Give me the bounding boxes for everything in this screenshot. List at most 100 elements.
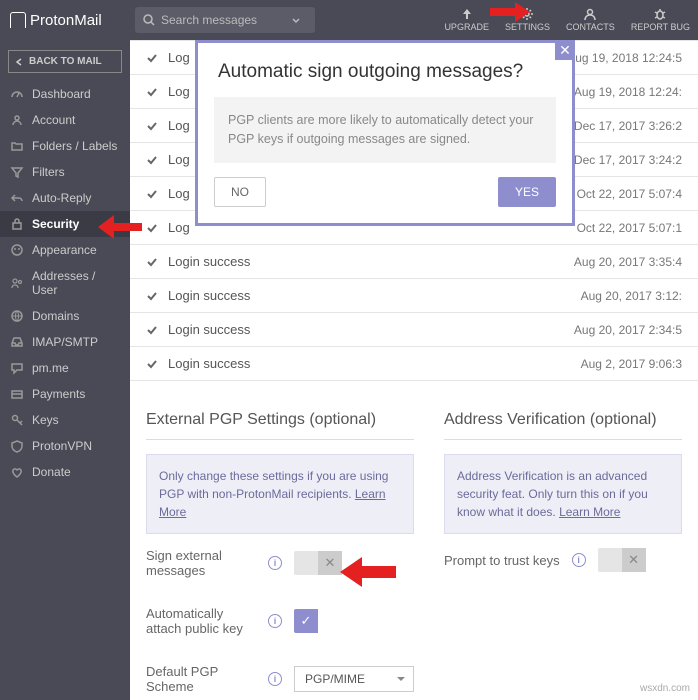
prompt-trust-toggle[interactable]: ✕ (598, 548, 646, 572)
topnav-label: CONTACTS (566, 22, 615, 32)
card-icon (10, 387, 24, 401)
setting-label: Automatically attach public key (146, 606, 256, 636)
search-input[interactable]: Search messages (135, 7, 315, 33)
login-row: Login successAug 20, 2017 2:34:5 (130, 313, 698, 347)
topnav-label: REPORT BUG (631, 22, 690, 32)
red-arrow-annotation (340, 557, 396, 587)
confirm-modal: ✕ Automatic sign outgoing messages? PGP … (195, 40, 575, 226)
topnav-label: UPGRADE (444, 22, 489, 32)
sidebar-item-auto-reply[interactable]: Auto-Reply (0, 185, 130, 211)
info-icon[interactable]: i (572, 553, 586, 567)
check-icon (146, 86, 158, 98)
info-icon[interactable]: i (268, 672, 282, 686)
sidebar-item-label: Domains (32, 309, 79, 323)
sidebar-item-account[interactable]: Account (0, 107, 130, 133)
user-icon (10, 113, 24, 127)
globe-icon (10, 309, 24, 323)
sidebar-item-label: Appearance (32, 243, 97, 257)
chat-icon (10, 361, 24, 375)
sidebar-item-dashboard[interactable]: Dashboard (0, 81, 130, 107)
app-logo[interactable]: ProtonMail (0, 12, 130, 29)
heart-icon (10, 465, 24, 479)
login-date: Oct 22, 2017 5:07:1 (577, 221, 682, 235)
folder-icon (10, 139, 24, 153)
sidebar-item-payments[interactable]: Payments (0, 381, 130, 407)
check-icon (146, 256, 158, 268)
red-arrow-annotation (490, 2, 530, 22)
modal-no-button[interactable]: NO (214, 177, 266, 207)
sidebar-item-imap-smtp[interactable]: IMAP/SMTP (0, 329, 130, 355)
sidebar-item-label: Account (32, 113, 75, 127)
external-pgp-section: External PGP Settings (optional) Only ch… (146, 411, 414, 700)
login-date: Aug 20, 2017 2:34:5 (574, 323, 682, 337)
learn-more-link[interactable]: Learn More (559, 505, 620, 519)
sidebar-item-domains[interactable]: Domains (0, 303, 130, 329)
sidebar-item-label: Keys (32, 413, 59, 427)
modal-yes-button[interactable]: YES (498, 177, 556, 207)
watermark: wsxdn.com (640, 683, 690, 694)
section-heading: Address Verification (optional) (444, 411, 682, 440)
topnav-label: SETTINGS (505, 22, 550, 32)
sidebar-item-label: IMAP/SMTP (32, 335, 98, 349)
attach-public-key-toggle[interactable]: ✓ (294, 609, 342, 633)
check-icon (146, 290, 158, 302)
check-icon (146, 222, 158, 234)
info-icon[interactable]: i (268, 556, 282, 570)
modal-close-button[interactable]: ✕ (555, 40, 575, 60)
check-icon (146, 188, 158, 200)
setting-label: Prompt to trust keys (444, 553, 560, 568)
arrow-left-icon (15, 57, 25, 67)
login-text: Log (168, 152, 190, 167)
sidebar-item-label: Filters (32, 165, 65, 179)
sidebar-item-keys[interactable]: Keys (0, 407, 130, 433)
back-label: BACK TO MAIL (29, 56, 102, 67)
sidebar-item-filters[interactable]: Filters (0, 159, 130, 185)
sidebar-item-label: Dashboard (32, 87, 91, 101)
sign-external-toggle[interactable]: ✕ (294, 551, 342, 575)
login-date: Aug 19, 2018 12:24:5 (567, 51, 682, 65)
sidebar-item-protonvpn[interactable]: ProtonVPN (0, 433, 130, 459)
login-date: Aug 20, 2017 3:12: (581, 289, 682, 303)
login-text: Login success (168, 288, 250, 303)
prompt-trust-keys-row: Prompt to trust keys i ✕ (444, 534, 682, 586)
sidebar-item-label: ProtonVPN (32, 439, 92, 453)
red-arrow-annotation (98, 215, 142, 239)
info-icon[interactable]: i (268, 614, 282, 628)
login-row: Login successAug 20, 2017 3:35:4 (130, 245, 698, 279)
login-date: Dec 17, 2017 3:26:2 (574, 119, 682, 133)
login-date: Dec 17, 2017 3:24:2 (574, 153, 682, 167)
pgp-scheme-select[interactable]: PGP/MIME (294, 666, 414, 692)
modal-title: Automatic sign outgoing messages? (198, 43, 572, 97)
sidebar-item-folders-labels[interactable]: Folders / Labels (0, 133, 130, 159)
sidebar-item-label: Folders / Labels (32, 139, 117, 153)
sidebar-item-appearance[interactable]: Appearance (0, 237, 130, 263)
login-text: Log (168, 118, 190, 133)
topnav-reportbug[interactable]: REPORT BUG (623, 3, 698, 37)
key-icon (10, 413, 24, 427)
bug-icon (653, 7, 667, 21)
topnav-upgrade[interactable]: UPGRADE (436, 3, 497, 37)
setting-label: Default PGP Scheme (146, 664, 256, 694)
user-icon (583, 7, 597, 21)
login-date: Oct 22, 2017 5:07:4 (577, 187, 682, 201)
topnav-contacts[interactable]: CONTACTS (558, 3, 623, 37)
sidebar: BACK TO MAIL Dashboard Account Folders / L… (0, 40, 130, 700)
verif-info-box: Address Verification is an advanced secu… (444, 454, 682, 534)
sidebar-item-addresses-user[interactable]: Addresses / User (0, 263, 130, 303)
check-icon (146, 52, 158, 64)
search-placeholder: Search messages (161, 13, 257, 27)
reply-icon (10, 191, 24, 205)
check-icon (146, 324, 158, 336)
sidebar-item-label: Donate (32, 465, 71, 479)
login-text: Log (168, 50, 190, 65)
login-text: Log (168, 220, 190, 235)
shield-icon (10, 439, 24, 453)
sidebar-item-label: Auto-Reply (32, 191, 91, 205)
login-text: Login success (168, 254, 250, 269)
back-to-mail-button[interactable]: BACK TO MAIL (8, 50, 122, 73)
sidebar-item-pm-me[interactable]: pm.me (0, 355, 130, 381)
check-icon (146, 120, 158, 132)
sidebar-item-donate[interactable]: Donate (0, 459, 130, 485)
filter-icon (10, 165, 24, 179)
attach-public-key-row: Automatically attach public key i ✓ (146, 592, 414, 650)
